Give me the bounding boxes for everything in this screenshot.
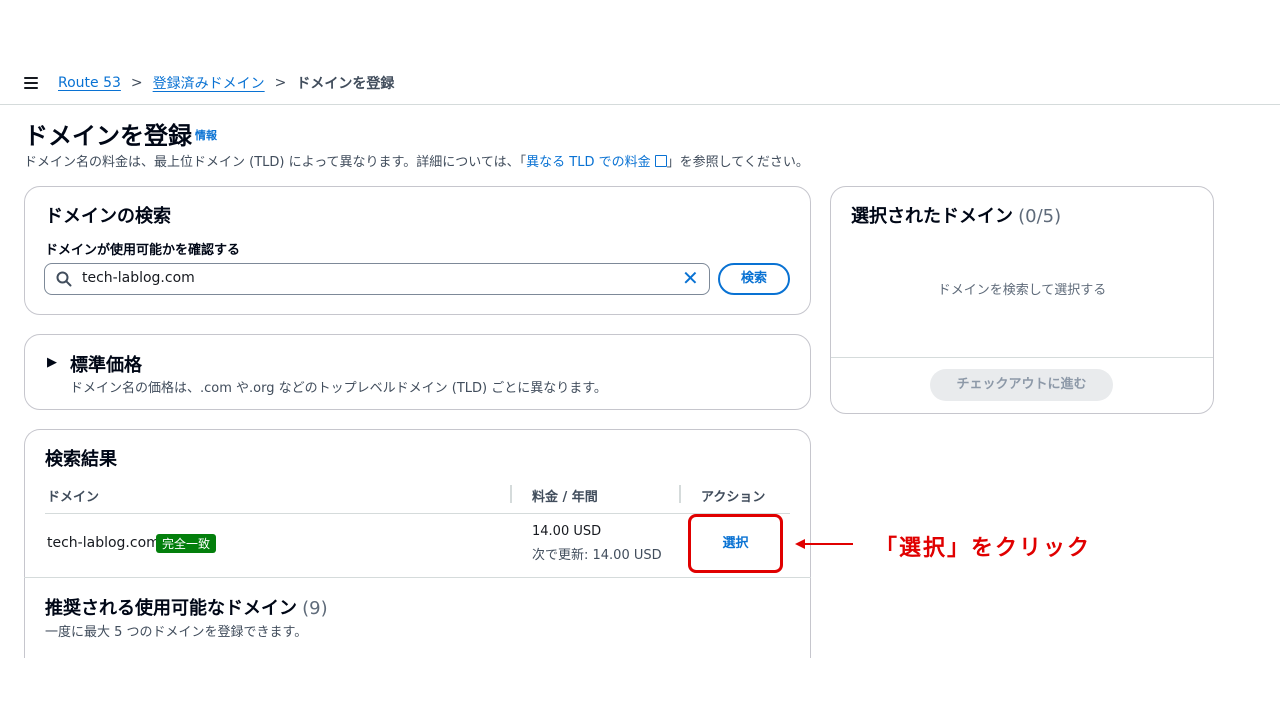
result-renewal-price: 次で更新: 14.00 USD	[532, 548, 662, 563]
selected-count: (0/5)	[1018, 206, 1062, 227]
info-link[interactable]: 情報	[195, 127, 217, 143]
annotation-click-select: 「選択」をクリック	[875, 536, 1092, 561]
selected-domains-title: 選択されたドメイン (0/5)	[851, 202, 1061, 228]
clear-icon[interactable]: ✕	[682, 268, 699, 288]
search-button[interactable]: 検索	[718, 263, 790, 295]
suggested-domains-note: 一度に最大 5 つのドメインを登録できます。	[45, 625, 308, 640]
results-title: 検索結果	[45, 449, 117, 470]
chevron-right-icon: >	[130, 75, 143, 91]
search-field-label: ドメインが使用可能かを確認する	[45, 243, 241, 258]
column-header-action: アクション	[701, 490, 766, 505]
selected-empty-state: ドメインを検索して選択する	[937, 283, 1107, 298]
breadcrumb-registered-domains[interactable]: 登録済みドメイン	[153, 73, 265, 93]
exact-match-badge: 完全一致	[156, 534, 217, 553]
description-text-after: 」を参照してください。	[666, 155, 809, 170]
pricing-card-title[interactable]: 標準価格	[70, 351, 142, 377]
chevron-right-icon: >	[274, 75, 287, 91]
search-card-title: ドメインの検索	[45, 206, 171, 227]
search-input-value[interactable]: tech-lablog.com	[82, 270, 195, 286]
suggested-count: (9)	[302, 598, 328, 619]
page-bottom-mask	[0, 658, 1280, 720]
hamburger-menu-icon[interactable]	[24, 77, 38, 89]
column-divider	[679, 485, 681, 503]
select-button[interactable]: 選択	[688, 514, 783, 573]
result-domain-name: tech-lablog.com	[47, 535, 160, 551]
search-icon	[56, 271, 72, 287]
page-title: ドメインを登録	[24, 122, 192, 150]
description-text-before: ドメイン名の料金は、最上位ドメイン (TLD) によって異なります。詳細について…	[24, 155, 527, 170]
suggested-title-text: 推奨される使用可能なドメイン	[45, 598, 297, 619]
column-divider	[510, 485, 512, 503]
tld-pricing-link[interactable]: 異なる TLD での料金	[526, 155, 667, 170]
row-divider	[24, 577, 811, 578]
arrow-left-icon	[795, 539, 853, 549]
checkout-button[interactable]: チェックアウトに進む	[930, 369, 1113, 401]
result-price: 14.00 USD	[532, 524, 602, 539]
pricing-card-description: ドメイン名の価格は、.com や.org などのトップレベルドメイン (TLD)…	[70, 381, 607, 396]
selected-footer-divider	[831, 357, 1213, 358]
expand-toggle-icon[interactable]: ▶	[47, 355, 57, 370]
page-description: ドメイン名の料金は、最上位ドメイン (TLD) によって異なります。詳細について…	[24, 151, 809, 170]
external-link-icon	[654, 155, 667, 167]
breadcrumb: Route 53 > 登録済みドメイン > ドメインを登録	[58, 73, 394, 93]
selected-title-text: 選択されたドメイン	[851, 206, 1013, 227]
suggested-domains-title: 推奨される使用可能なドメイン (9)	[45, 594, 328, 620]
breadcrumb-current: ドメインを登録	[296, 76, 395, 92]
breadcrumb-route53[interactable]: Route 53	[58, 75, 121, 91]
standard-pricing-card	[24, 334, 811, 410]
column-header-price: 料金 / 年間	[532, 490, 598, 505]
column-header-domain: ドメイン	[47, 490, 100, 505]
